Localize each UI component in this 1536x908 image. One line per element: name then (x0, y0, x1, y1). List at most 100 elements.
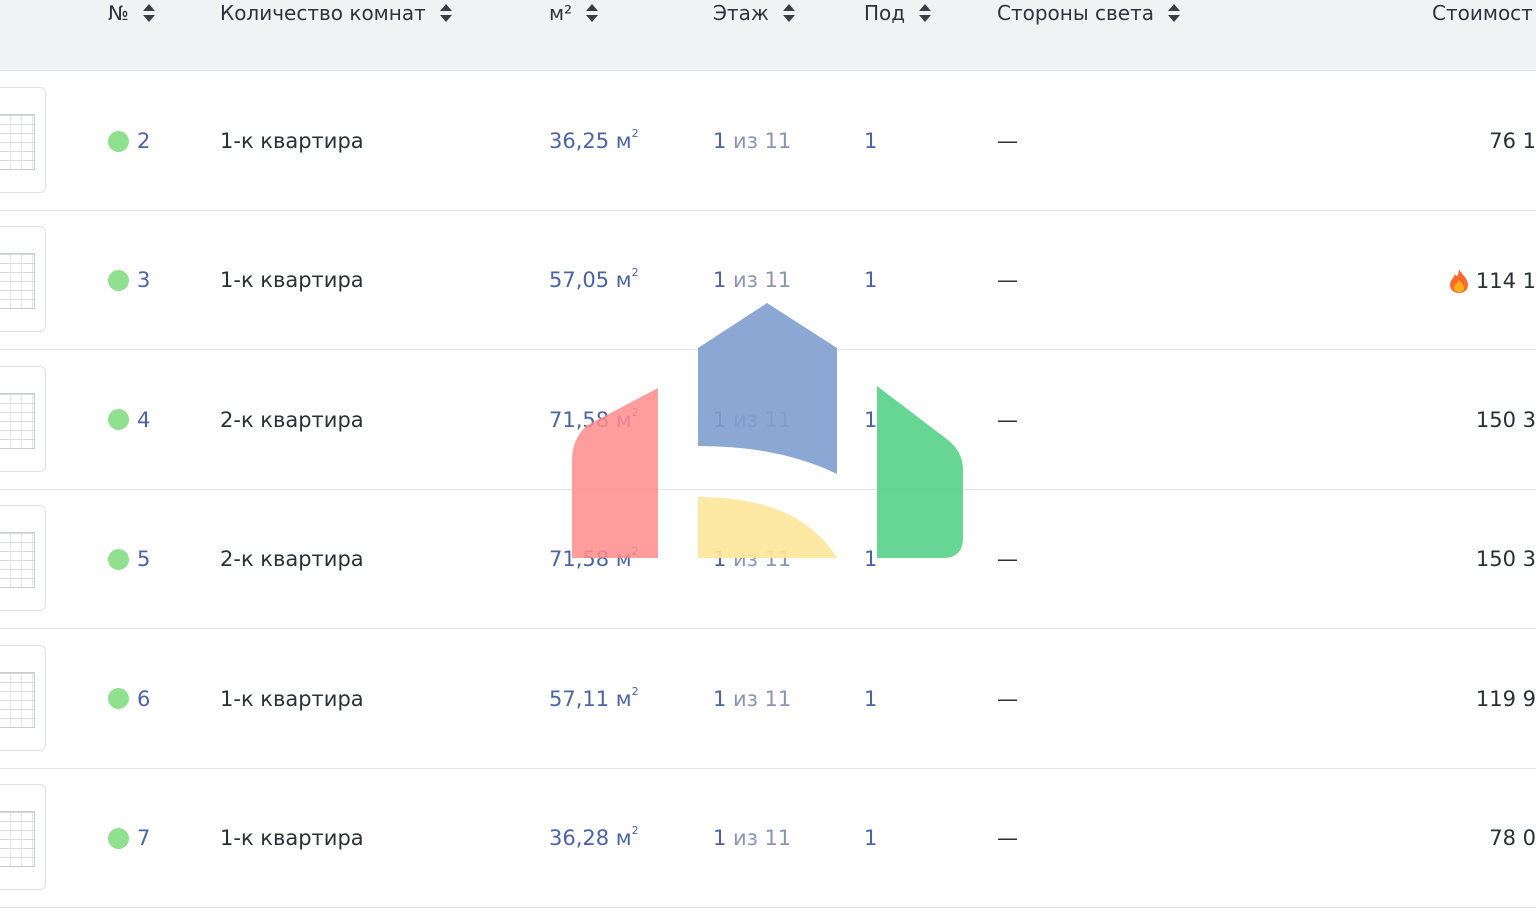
area-value-label: 57,05 м (549, 268, 632, 293)
cardinal-sides: — (997, 268, 1018, 293)
apartment-number[interactable]: 7 (108, 826, 150, 850)
floor-total: из 11 (726, 686, 792, 711)
area-value: 71,58 м2 (549, 545, 639, 571)
entrance-value: 1 (864, 686, 878, 711)
area-value: 57,11 м2 (549, 684, 639, 711)
sort-icon[interactable] (919, 2, 932, 24)
table-row[interactable]: 5 2-к квартира 71,58 м2 1 из 11 1 — 150 … (0, 489, 1536, 630)
header-price[interactable]: Стоимост (1432, 0, 1533, 26)
table-header: № Количество комнат м² Этаж Под Стороны … (0, 0, 1536, 71)
header-rooms-label: Количество комнат (220, 1, 426, 25)
cardinal-sides: — (997, 826, 1018, 850)
table-row[interactable]: 2 1-к квартира 36,25 м2 1 из 11 1 — 76 1 (0, 71, 1536, 211)
floor-number: 1 (713, 686, 727, 711)
price-value: 150 3 (1476, 408, 1536, 432)
floor-plan-icon (0, 114, 35, 170)
table-row[interactable]: 3 1-к квартира 57,05 м2 1 из 11 1 — 114 … (0, 210, 1536, 351)
header-entrance-label: Под (864, 1, 906, 25)
sort-icon[interactable] (142, 2, 155, 24)
header-number[interactable]: № (108, 0, 155, 26)
cardinal-sides: — (997, 686, 1018, 711)
price-label: 150 3 (1475, 547, 1536, 572)
floor-plan-thumbnail[interactable] (0, 226, 46, 333)
entrance-value: 1 (864, 407, 878, 432)
table-row[interactable]: 6 1-к квартира 57,11 м2 1 из 11 1 — 119 … (0, 629, 1536, 769)
sort-icon[interactable] (782, 2, 795, 24)
floor-value: 1 из 11 (713, 129, 791, 153)
floor-plan-icon (0, 253, 35, 310)
floor-plan-thumbnail[interactable] (0, 644, 46, 751)
status-dot-icon (108, 827, 129, 849)
price-label: 76 1 (1489, 129, 1536, 153)
apartment-number-label: 7 (137, 826, 151, 850)
status-dot-icon (108, 409, 129, 431)
table-row[interactable]: 7 1-к квартира 36,28 м2 1 из 11 1 — 78 0 (0, 768, 1536, 908)
room-count: 1-к квартира (220, 686, 364, 711)
cardinal-sides: — (997, 407, 1018, 432)
floor-plan-thumbnail[interactable] (0, 87, 46, 193)
price-value: 119 9 (1476, 687, 1536, 711)
floor-plan-icon (0, 532, 35, 589)
area-unit-sup: 2 (631, 266, 639, 280)
header-floor[interactable]: Этаж (713, 0, 795, 26)
price-value: 76 1 (1489, 129, 1536, 153)
header-area[interactable]: м² (549, 0, 599, 26)
area-value-label: 36,25 м (549, 129, 632, 153)
area-unit-sup: 2 (631, 127, 639, 140)
sort-icon[interactable] (586, 2, 599, 24)
floor-value: 1 из 11 (713, 547, 791, 571)
apartment-number[interactable]: 5 (108, 547, 150, 571)
cardinal-sides: — (997, 547, 1018, 572)
status-dot-icon (108, 269, 129, 291)
floor-number: 1 (713, 547, 727, 572)
price-value: 78 0 (1489, 826, 1536, 850)
area-value: 36,28 м2 (549, 824, 639, 850)
apartment-number-label: 5 (137, 547, 151, 572)
sort-icon[interactable] (439, 2, 452, 24)
apartment-number[interactable]: 4 (108, 408, 150, 432)
room-count: 1-к квартира (220, 129, 364, 153)
price-value: 114 1 (1448, 268, 1536, 294)
floor-plan-thumbnail[interactable] (0, 784, 46, 890)
area-value-label: 71,58 м (549, 407, 632, 432)
area-value-label: 57,11 м (549, 686, 632, 711)
room-count: 2-к квартира (220, 407, 364, 432)
area-value: 71,58 м2 (549, 406, 639, 432)
header-floor-label: Этаж (713, 1, 769, 25)
price-label: 150 3 (1475, 407, 1536, 432)
apartment-number[interactable]: 6 (108, 687, 150, 711)
floor-value: 1 из 11 (713, 826, 791, 850)
price-label: 114 1 (1475, 269, 1536, 294)
apartment-number-label: 6 (137, 686, 151, 711)
header-sides-label: Стороны света (997, 1, 1155, 25)
apartment-number[interactable]: 2 (108, 129, 150, 153)
floor-plan-icon (0, 671, 35, 728)
floor-number: 1 (713, 268, 727, 293)
header-sides[interactable]: Стороны света (997, 0, 1181, 26)
area-unit-sup: 2 (631, 684, 639, 698)
area-value: 36,25 м2 (549, 127, 639, 153)
sort-icon[interactable] (1168, 2, 1181, 24)
floor-number: 1 (713, 826, 727, 850)
floor-plan-thumbnail[interactable] (0, 505, 46, 612)
floor-plan-thumbnail[interactable] (0, 365, 46, 472)
table-row[interactable]: 4 2-к квартира 71,58 м2 1 из 11 1 — 150 … (0, 350, 1536, 490)
apartment-number-label: 3 (137, 268, 151, 293)
area-unit-sup: 2 (631, 545, 639, 559)
room-count: 2-к квартира (220, 547, 364, 572)
room-count: 1-к квартира (220, 826, 364, 850)
floor-number: 1 (713, 129, 727, 153)
header-entrance[interactable]: Под (864, 0, 932, 26)
entrance-value: 1 (864, 547, 878, 572)
header-rooms[interactable]: Количество комнат (220, 0, 452, 26)
floor-plan-icon (0, 811, 35, 867)
price-value: 150 3 (1476, 547, 1536, 571)
header-number-label: № (108, 1, 129, 25)
area-unit-sup: 2 (631, 824, 639, 837)
apartment-number[interactable]: 3 (108, 268, 150, 292)
header-price-label: Стоимост (1432, 1, 1533, 25)
status-dot-icon (108, 688, 129, 710)
price-label: 78 0 (1489, 826, 1536, 850)
floor-number: 1 (713, 407, 727, 432)
floor-total: из 11 (726, 826, 792, 850)
